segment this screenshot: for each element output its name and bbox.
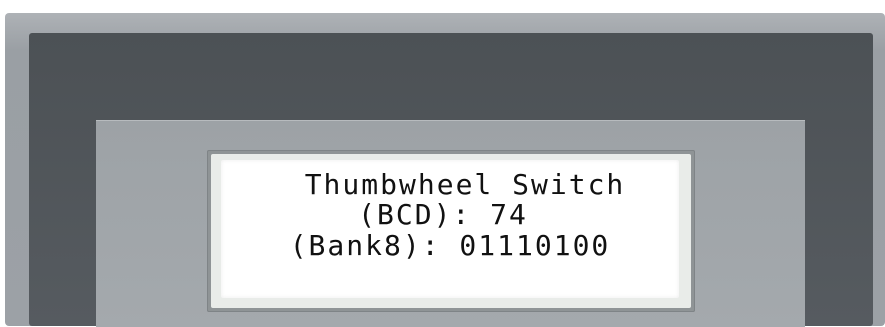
lcd-display: Thumbwheel Switch (BCD): 74 (Bank8): 011… <box>221 160 679 298</box>
lcd-line-bank8-value: (Bank8): 01110100 <box>289 229 611 262</box>
hmi-device: Thumbwheel Switch (BCD): 74 (Bank8): 011… <box>0 0 885 327</box>
lcd-line-title: Thumbwheel Switch <box>304 168 626 201</box>
lcd-line-bcd-value: (BCD): 74 <box>358 198 528 231</box>
